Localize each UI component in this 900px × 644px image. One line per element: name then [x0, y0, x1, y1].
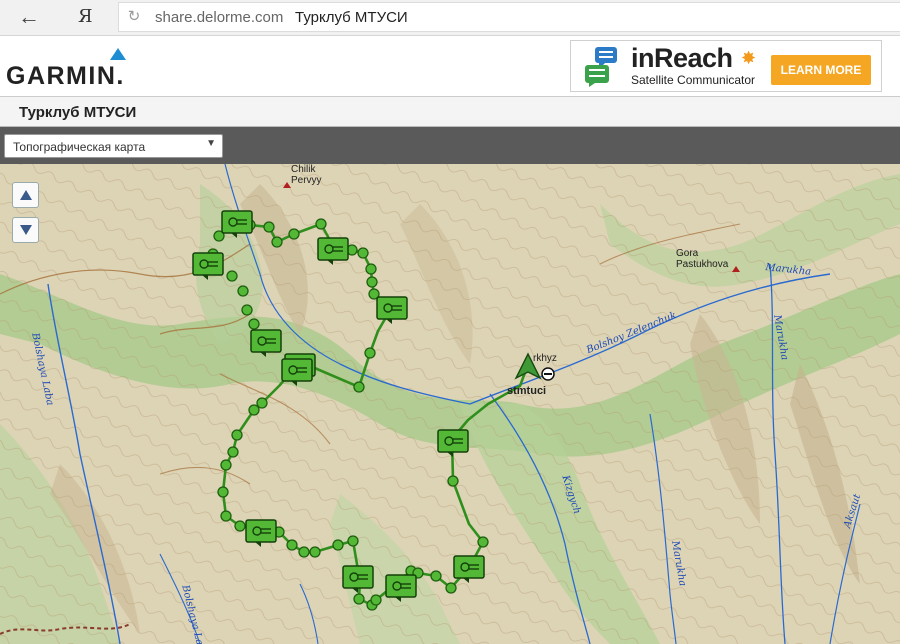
- map-canvas: [0, 164, 900, 644]
- page-title-bar: Турклуб МТУСИ: [0, 96, 900, 127]
- page-title: Турклуб МТУСИ: [19, 104, 137, 121]
- triangle-up-icon: [20, 190, 32, 200]
- chat-bubbles-icon: [585, 47, 617, 87]
- garmin-logo[interactable]: GARMIN.: [6, 48, 142, 90]
- pan-up-button[interactable]: [12, 182, 39, 208]
- learn-more-button[interactable]: LEARN MORE: [771, 55, 871, 85]
- tracker-name-label[interactable]: stmtuci: [507, 385, 546, 397]
- dropdown-arrow-icon: ▼: [206, 138, 216, 149]
- browser-toolbar: ← Я ↻ share.delorme.com Турклуб МТУСИ: [0, 0, 900, 36]
- inreach-title: inReach: [631, 43, 733, 73]
- yandex-logo-icon[interactable]: Я: [78, 5, 98, 29]
- peak-label: Chilik Pervyy: [291, 164, 322, 186]
- place-label: rkhyz: [533, 353, 557, 364]
- topographic-map[interactable]: Chilik Pervyy Gora Pastukhova Bolshaya L…: [0, 164, 900, 644]
- reload-icon[interactable]: ↻: [125, 7, 143, 27]
- back-arrow-icon[interactable]: ←: [14, 4, 44, 30]
- peak-name-line1: Gora: [676, 248, 699, 259]
- url-page-title: Турклуб МТУСИ: [295, 9, 408, 26]
- address-bar[interactable]: ↻ share.delorme.com Турклуб МТУСИ: [118, 2, 900, 32]
- map-type-select[interactable]: Топографическая карта ▼: [4, 134, 223, 158]
- map-type-value: Топографическая карта: [13, 140, 146, 154]
- garmin-triangle-icon: [110, 48, 126, 60]
- triangle-down-icon: [20, 225, 32, 235]
- garmin-logo-text: GARMIN.: [6, 62, 125, 90]
- peak-name-line2: Pastukhova: [676, 259, 729, 270]
- inreach-ad-banner[interactable]: inReach ✸ Satellite Communicator LEARN M…: [570, 40, 882, 92]
- peak-name-line1: Chilik: [291, 164, 316, 175]
- url-domain: share.delorme.com: [155, 9, 284, 26]
- map-toolbar: Топографическая карта ▼: [0, 127, 900, 164]
- peak-label: Gora Pastukhova: [676, 248, 728, 270]
- spark-icon: ✸: [741, 48, 757, 68]
- site-header: GARMIN. inReach ✸ Satellite Communicator…: [0, 36, 900, 96]
- peak-name-line2: Pervyy: [291, 175, 322, 186]
- inreach-subtitle: Satellite Communicator: [631, 73, 756, 87]
- pan-down-button[interactable]: [12, 217, 39, 243]
